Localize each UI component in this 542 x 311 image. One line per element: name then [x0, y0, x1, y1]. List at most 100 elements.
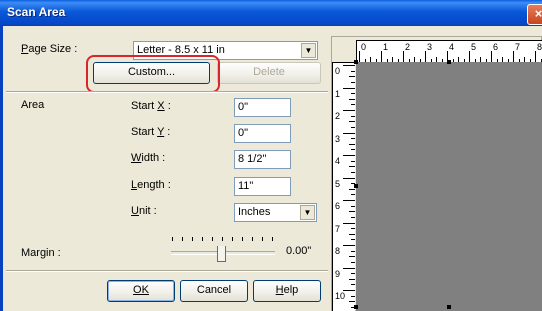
width-label: Width :: [131, 152, 166, 164]
ruler-label: 2: [405, 42, 411, 52]
ruler-tick: [343, 110, 355, 111]
resize-handle[interactable]: [447, 305, 451, 309]
ruler-tick: [351, 194, 355, 196]
ruler-tick: [351, 239, 355, 241]
ruler-tick: [351, 216, 355, 218]
dropdown-arrow-icon[interactable]: ▼: [300, 205, 315, 220]
ruler-tick: [351, 149, 355, 151]
cancel-button[interactable]: Cancel: [180, 280, 248, 302]
start-y-label: Start Y :: [131, 126, 171, 138]
ruler-tick: [349, 121, 355, 123]
divider: [6, 270, 328, 272]
scan-area-dialog: Scan Area × Page Size : Letter - 8.5 x 1…: [0, 0, 542, 311]
scan-area-preview[interactable]: [356, 62, 542, 311]
ruler-label: 4: [335, 156, 341, 166]
ruler-tick: [351, 104, 355, 106]
ruler-tick: [351, 126, 355, 128]
ruler-label: 7: [335, 223, 341, 234]
window-frame: [0, 26, 3, 311]
ruler-label: 3: [335, 133, 341, 144]
length-label: Length :: [131, 179, 171, 191]
unit-value: Inches: [238, 206, 271, 218]
delete-button[interactable]: Delete: [217, 62, 321, 84]
start-x-label: Start X :: [131, 100, 171, 112]
resize-handle[interactable]: [447, 60, 451, 64]
custom-button-highlight: [86, 55, 220, 93]
ruler-tick: [351, 205, 355, 207]
ruler-tick: [343, 177, 355, 179]
help-button[interactable]: Help: [253, 280, 321, 302]
unit-select[interactable]: Inches ▼: [234, 203, 317, 222]
ruler-label: 5: [335, 178, 341, 189]
ruler-label: 0: [361, 42, 367, 52]
ruler-tick: [343, 200, 355, 201]
help-button-label: elp: [283, 284, 299, 296]
ruler-tick: [351, 284, 355, 286]
ruler-tick: [349, 76, 355, 78]
ruler-tick: [349, 166, 355, 168]
ruler-label: 0: [335, 66, 341, 76]
area-label: Area: [21, 99, 45, 111]
ruler-label: 9: [335, 268, 341, 279]
ruler-tick: [351, 250, 355, 252]
ruler-label: 10: [335, 291, 346, 301]
ruler-tick: [349, 256, 355, 258]
ruler-label: 4: [449, 42, 455, 52]
length-input[interactable]: 11": [234, 177, 291, 196]
ruler-tick: [343, 267, 355, 269]
ok-button-label: OK: [133, 284, 149, 296]
ruler-tick: [351, 115, 355, 117]
ruler-label: 8: [335, 246, 341, 256]
ruler-tick: [351, 138, 355, 140]
ruler-label: 7: [515, 42, 521, 52]
margin-value: 0.00": [286, 245, 312, 257]
ruler-label: 3: [427, 42, 433, 52]
dropdown-arrow-icon[interactable]: ▼: [301, 43, 316, 58]
ruler-tick: [349, 211, 355, 213]
ruler-tick: [343, 65, 355, 66]
width-input[interactable]: 8 1/2": [234, 150, 291, 169]
ruler-tick: [351, 228, 355, 230]
title-bar[interactable]: Scan Area ×: [0, 0, 542, 26]
ruler-tick: [343, 155, 355, 156]
resize-handle[interactable]: [354, 60, 358, 64]
ruler-label: 2: [335, 111, 341, 121]
ruler-tick: [349, 188, 355, 190]
ruler-tick: [343, 245, 355, 246]
ruler-tick: [351, 81, 355, 83]
ruler-label: 5: [471, 42, 477, 52]
margin-label: Margin :: [21, 247, 61, 259]
ruler-tick: [349, 301, 355, 303]
ruler-tick: [343, 132, 355, 134]
ruler-label: 6: [493, 42, 499, 52]
ruler-tick: [343, 87, 355, 89]
ok-button[interactable]: OK: [107, 280, 175, 302]
unit-label: Unit :: [131, 205, 157, 217]
ruler-tick: [349, 278, 355, 280]
ruler-label: 1: [383, 42, 389, 52]
window-title: Scan Area: [7, 5, 66, 19]
ruler-tick: [349, 233, 355, 235]
ruler-tick: [343, 222, 355, 224]
close-icon[interactable]: ×: [527, 4, 542, 25]
resize-handle[interactable]: [354, 184, 358, 188]
start-x-input[interactable]: 0": [234, 98, 291, 117]
page-size-label-text: age Size :: [28, 43, 78, 55]
margin-slider-thumb[interactable]: [217, 246, 226, 262]
ruler-tick: [351, 171, 355, 173]
ruler-label: 6: [335, 201, 341, 211]
ruler-tick: [351, 93, 355, 95]
resize-handle[interactable]: [354, 305, 358, 309]
start-y-input[interactable]: 0": [234, 124, 291, 143]
divider: [6, 91, 328, 93]
ruler-label: 1: [335, 88, 341, 99]
ruler-tick: [351, 70, 355, 72]
ruler-tick: [349, 98, 355, 100]
page-size-label: Page Size :: [21, 43, 78, 55]
ruler-tick: [351, 295, 355, 297]
ruler-tick: [351, 261, 355, 263]
ruler-label: 8: [537, 42, 542, 52]
ruler-tick: [351, 273, 355, 275]
ruler-tick: [349, 143, 355, 145]
vertical-ruler: 0 1 2 3 4 5 6 7 8 9 10: [332, 62, 355, 311]
